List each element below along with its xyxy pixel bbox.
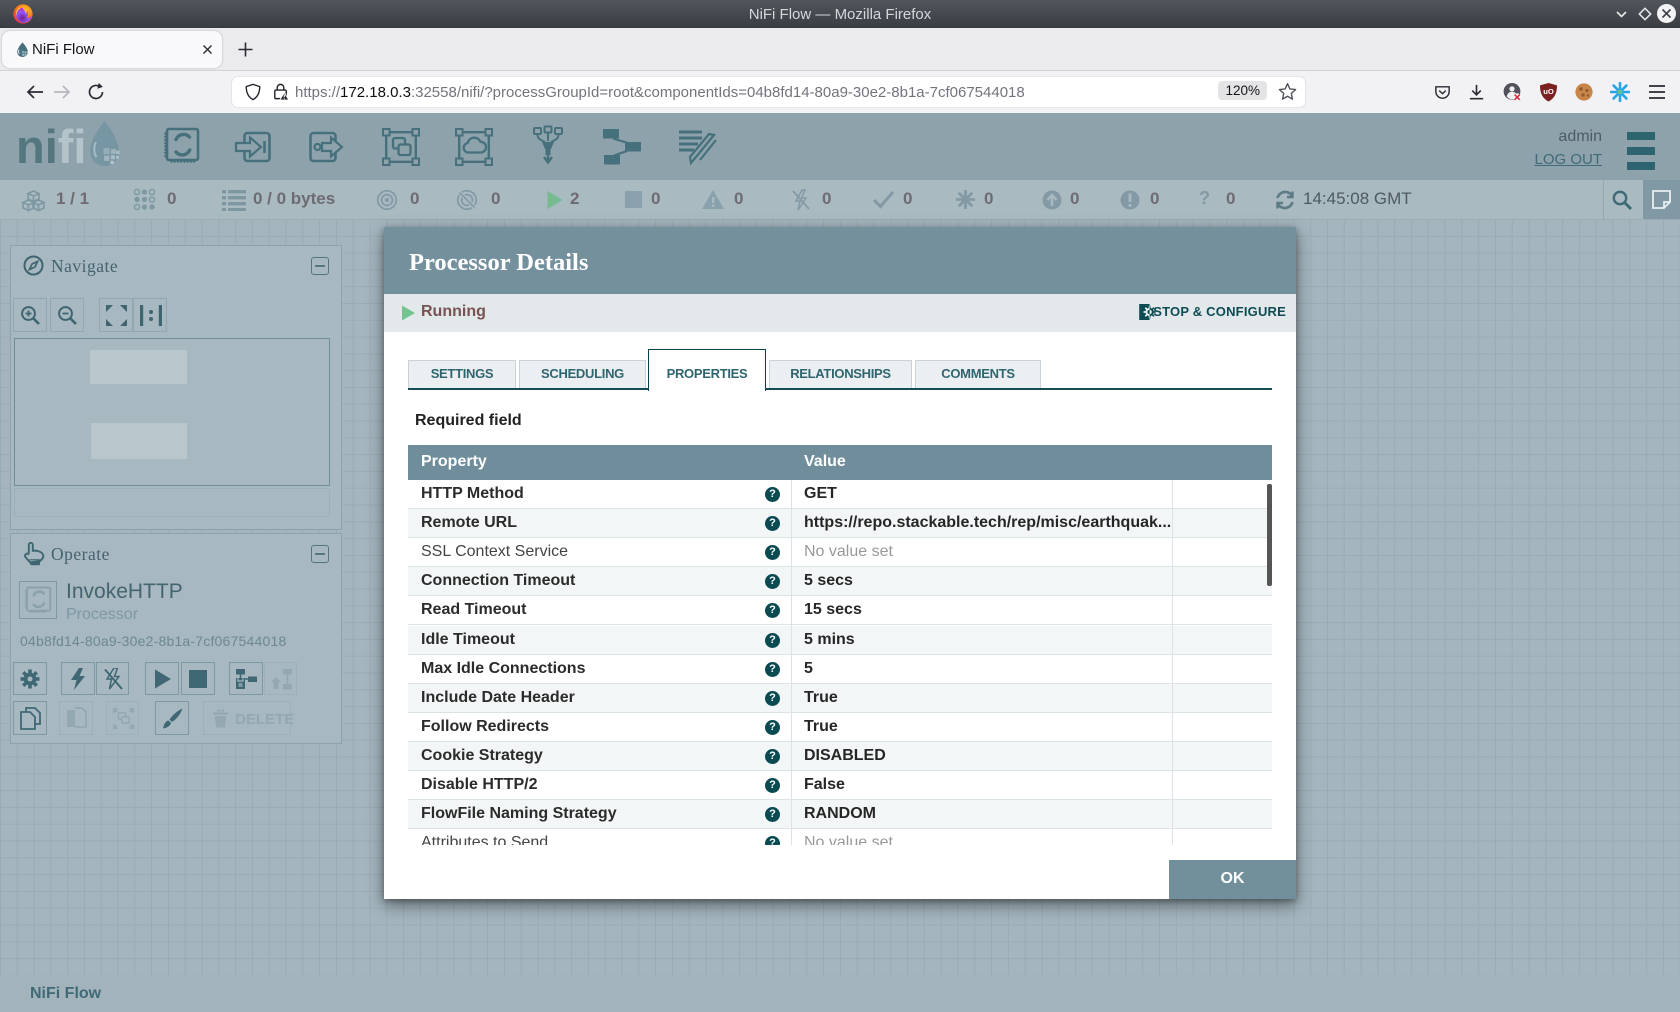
svg-text:uO: uO [1543,87,1554,96]
